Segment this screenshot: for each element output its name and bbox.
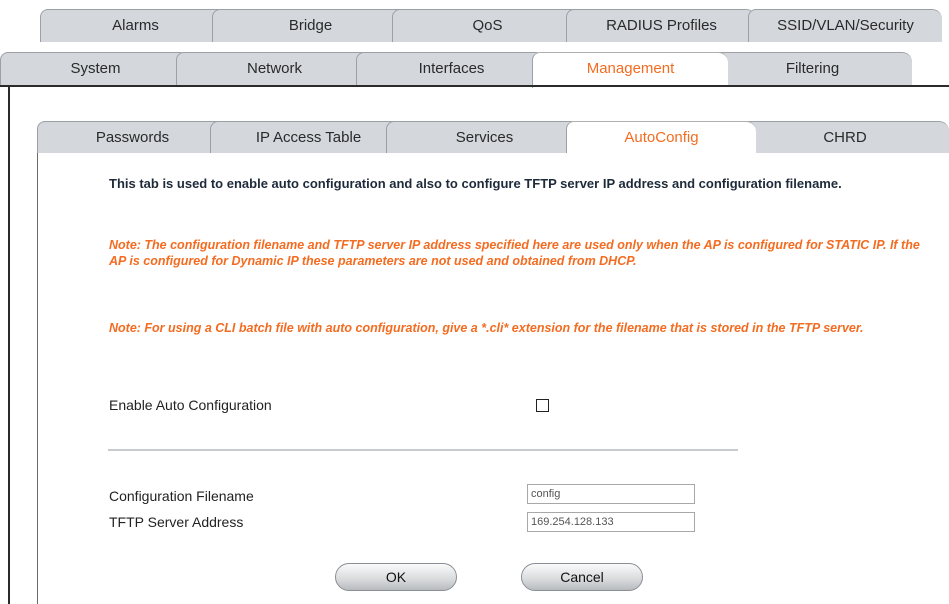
subtab-passwords-label: Passwords [95,129,170,146]
cancel-button[interactable]: Cancel [521,563,643,591]
tab-ssid-vlan-security[interactable]: SSID/VLAN/Security [748,9,942,42]
subtab-ip-access-table[interactable]: IP Access Table [210,121,406,154]
tab-interfaces-label: Interfaces [418,60,485,77]
tab-filtering[interactable]: Filtering [712,52,912,85]
tab-bridge-label: Bridge [288,17,333,34]
tab-row-top: Alarms Bridge QoS RADIUS Profiles SSID/V… [0,8,949,43]
subtab-row: Passwords IP Access Table Services CHRD … [0,120,949,157]
tab-network-label: Network [246,60,302,77]
subtab-chrd[interactable]: CHRD [740,121,949,154]
autoconfig-panel [37,153,949,604]
cancel-button-label: Cancel [560,569,604,585]
section-divider [108,449,738,451]
content-border [8,86,10,604]
tab-ssid-vlan-security-label: SSID/VLAN/Security [777,17,914,34]
tab-interfaces[interactable]: Interfaces [356,52,546,85]
note-cli-batch: Note: For using a CLI batch file with au… [109,321,864,335]
tab-alarms-label: Alarms [112,17,159,34]
tab-radius-profiles[interactable]: RADIUS Profiles [566,9,756,42]
tab-alarms[interactable]: Alarms [40,9,230,42]
description-text: This tab is used to enable auto configur… [109,176,842,191]
ok-button-label: OK [385,569,407,585]
config-filename-input[interactable]: config [527,484,695,504]
note-static-ip: Note: The configuration filename and TFT… [109,238,920,268]
tab-row-divider [0,85,949,87]
tab-management-label: Management [586,60,675,77]
tab-radius-profiles-label: RADIUS Profiles [606,17,717,34]
enable-auto-config-label: Enable Auto Configuration [109,397,272,413]
ok-button[interactable]: OK [335,563,457,591]
subtab-autoconfig-label: AutoConfig [624,129,699,146]
tab-bridge[interactable]: Bridge [212,9,408,42]
enable-auto-config-checkbox[interactable] [536,399,549,412]
subtab-services[interactable]: Services [386,121,582,154]
tab-system[interactable]: System [0,52,190,85]
tab-system-label: System [70,60,121,77]
subtab-ip-access-table-label: IP Access Table [255,129,362,146]
tftp-server-label: TFTP Server Address [109,514,244,530]
subtab-autoconfig[interactable]: AutoConfig [566,121,756,157]
tab-qos[interactable]: QoS [392,9,582,42]
tab-qos-label: QoS [472,17,503,34]
tab-row-main: System Network Interfaces Filtering Mana… [0,51,949,88]
subtab-chrd-label: CHRD [823,129,867,146]
tab-filtering-label: Filtering [785,60,840,77]
tftp-server-input[interactable]: 169.254.128.133 [527,512,695,532]
subtab-services-label: Services [455,129,514,146]
subtab-passwords[interactable]: Passwords [37,121,227,154]
tab-management[interactable]: Management [532,52,728,88]
tab-network[interactable]: Network [176,52,372,85]
config-filename-label: Configuration Filename [109,488,254,504]
